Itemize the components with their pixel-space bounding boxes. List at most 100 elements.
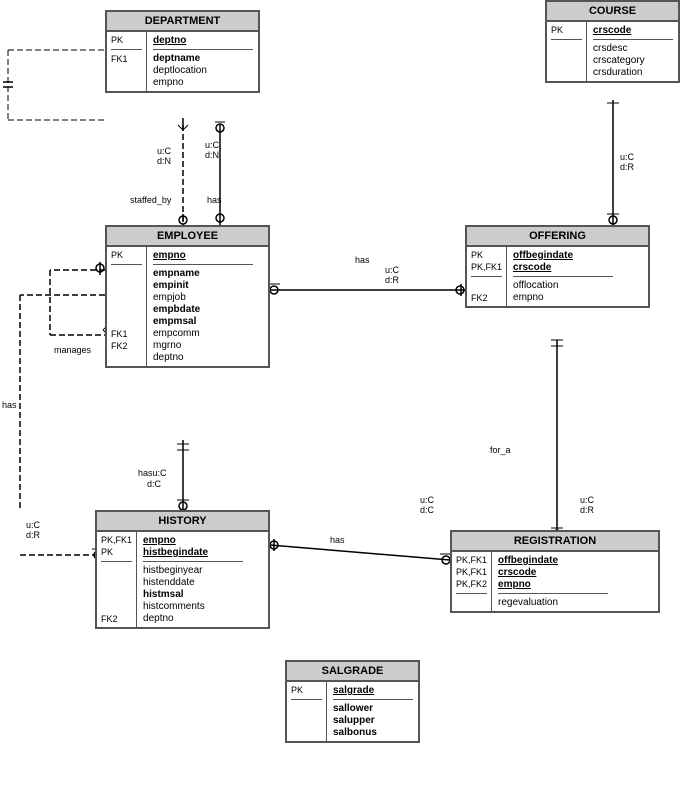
hist-spacer1 <box>101 566 132 576</box>
has-left-label: has <box>2 400 17 410</box>
dept-empno: empno <box>153 77 253 88</box>
course-crsduration: crsduration <box>593 67 673 78</box>
course-pk-label: PK <box>551 25 582 35</box>
hist-pkfk1-label: PK,FK1 <box>101 535 132 545</box>
hist-spacer2 <box>101 578 132 588</box>
salgrade-entity: SALGRADE PK salgrade sallower salupper s… <box>285 660 420 743</box>
employee-attrs: empno empname empinit empjob empbdate em… <box>147 247 259 366</box>
course-keys: PK <box>547 22 587 81</box>
dn-dept2-label: d:N <box>205 150 219 160</box>
manages-label: manages <box>54 345 91 355</box>
registration-entity: REGISTRATION PK,FK1 PK,FK1 PK,FK2 offbeg… <box>450 530 660 613</box>
has-dept-emp-label: has <box>207 195 222 205</box>
dr-left-hist: d:R <box>26 530 40 540</box>
emp-spacer4 <box>111 305 142 315</box>
employee-title: EMPLOYEE <box>107 227 268 247</box>
reg-pkfk1b-label: PK,FK1 <box>456 567 487 577</box>
diagram-container: DEPARTMENT PK FK1 deptno deptname deptlo… <box>0 0 690 803</box>
sal-spacer <box>291 704 322 714</box>
sal-salbonus: salbonus <box>333 727 413 738</box>
salgrade-keys: PK <box>287 682 327 741</box>
hist-spacer3 <box>101 590 132 600</box>
reg-crscode: crscode <box>498 567 608 578</box>
department-attrs: deptno deptname deptlocation empno <box>147 32 259 91</box>
dr-emp-off: d:R <box>385 275 399 285</box>
dc-off-reg: d:C <box>420 505 434 515</box>
history-title: HISTORY <box>97 512 268 532</box>
has-emp-off-label: has <box>355 255 370 265</box>
registration-title: REGISTRATION <box>452 532 658 552</box>
reg-pkfk1a-label: PK,FK1 <box>456 555 487 565</box>
sal-sallower: sallower <box>333 703 413 714</box>
course-crsdesc: crsdesc <box>593 43 673 54</box>
dr-course-off: d:R <box>620 162 634 172</box>
uc-dept-label: u:C <box>157 146 171 156</box>
for-a-label: for_a <box>490 445 511 455</box>
hist-histenddate: histenddate <box>143 577 243 588</box>
salgrade-attrs: salgrade sallower salupper salbonus <box>327 682 419 741</box>
hasu-c-label: hasu:C <box>138 468 167 478</box>
uc-emp-off: u:C <box>385 265 399 275</box>
offering-entity: OFFERING PK PK,FK1 FK2 offbegindate crsc… <box>465 225 650 308</box>
course-entity: COURSE PK crscode crsdesc crscategory cr… <box>545 0 680 83</box>
hist-pk-label: PK <box>101 547 132 557</box>
reg-spacer <box>456 598 487 608</box>
dept-deptno: deptno <box>153 35 253 46</box>
staffed-by-label: staffed_by <box>130 195 171 205</box>
dr-off-reg2: d:R <box>580 505 594 515</box>
history-keys: PK,FK1 PK FK2 <box>97 532 137 627</box>
hist-fk2-label: FK2 <box>101 614 132 624</box>
emp-fk1-label: FK1 <box>111 329 142 339</box>
uc-course-off: u:C <box>620 152 634 162</box>
emp-empmsal: empmsal <box>153 316 253 327</box>
off-pkfk1-label: PK,FK1 <box>471 262 502 272</box>
off-crscode: crscode <box>513 262 613 273</box>
course-crscode: crscode <box>593 25 673 36</box>
emp-spacer1 <box>111 269 142 279</box>
emp-pk-label: PK <box>111 250 142 260</box>
emp-empname: empname <box>153 268 253 279</box>
off-offlocation: offlocation <box>513 280 613 291</box>
department-entity: DEPARTMENT PK FK1 deptno deptname deptlo… <box>105 10 260 93</box>
hist-histbegindate: histbegindate <box>143 547 243 558</box>
has-hist-reg-label: has <box>330 535 345 545</box>
emp-empinit: empinit <box>153 280 253 291</box>
off-fk2-label: FK2 <box>471 293 502 303</box>
uc-off-reg2: u:C <box>580 495 594 505</box>
department-keys: PK FK1 <box>107 32 147 91</box>
sal-salgrade: salgrade <box>333 685 413 696</box>
emp-spacer2 <box>111 281 142 291</box>
hist-histmsal: histmsal <box>143 589 243 600</box>
uc-dept2-label: u:C <box>205 140 219 150</box>
course-crscategory: crscategory <box>593 55 673 66</box>
reg-offbegindate: offbegindate <box>498 555 608 566</box>
hist-spacer4 <box>101 602 132 612</box>
dept-deptname: deptname <box>153 53 253 64</box>
hist-histbeginyear: histbeginyear <box>143 565 243 576</box>
course-attrs: crscode crsdesc crscategory crsduration <box>587 22 679 81</box>
offering-keys: PK PK,FK1 FK2 <box>467 247 507 306</box>
off-spacer <box>471 281 502 291</box>
hist-deptno: deptno <box>143 613 243 624</box>
employee-entity: EMPLOYEE PK FK1 FK2 empno empname empini… <box>105 225 270 368</box>
hist-empno: empno <box>143 535 243 546</box>
emp-fk2-label: FK2 <box>111 341 142 351</box>
course-title: COURSE <box>547 2 678 22</box>
course-fk-spacer <box>551 44 582 54</box>
emp-mgrno: mgrno <box>153 340 253 351</box>
reg-empno: empno <box>498 579 608 590</box>
emp-empbdate: empbdate <box>153 304 253 315</box>
dept-pk-label: PK <box>111 35 142 45</box>
sal-pk-label: PK <box>291 685 322 695</box>
reg-regevaluation: regevaluation <box>498 597 608 608</box>
sal-salupper: salupper <box>333 715 413 726</box>
uc-left-hist: u:C <box>26 520 40 530</box>
emp-empcomm: empcomm <box>153 328 253 339</box>
dn-dept-label: d:N <box>157 156 171 166</box>
offering-attrs: offbegindate crscode offlocation empno <box>507 247 619 306</box>
department-title: DEPARTMENT <box>107 12 258 32</box>
salgrade-title: SALGRADE <box>287 662 418 682</box>
hist-histcomments: histcomments <box>143 601 243 612</box>
emp-deptno: deptno <box>153 352 253 363</box>
emp-spacer5 <box>111 317 142 327</box>
